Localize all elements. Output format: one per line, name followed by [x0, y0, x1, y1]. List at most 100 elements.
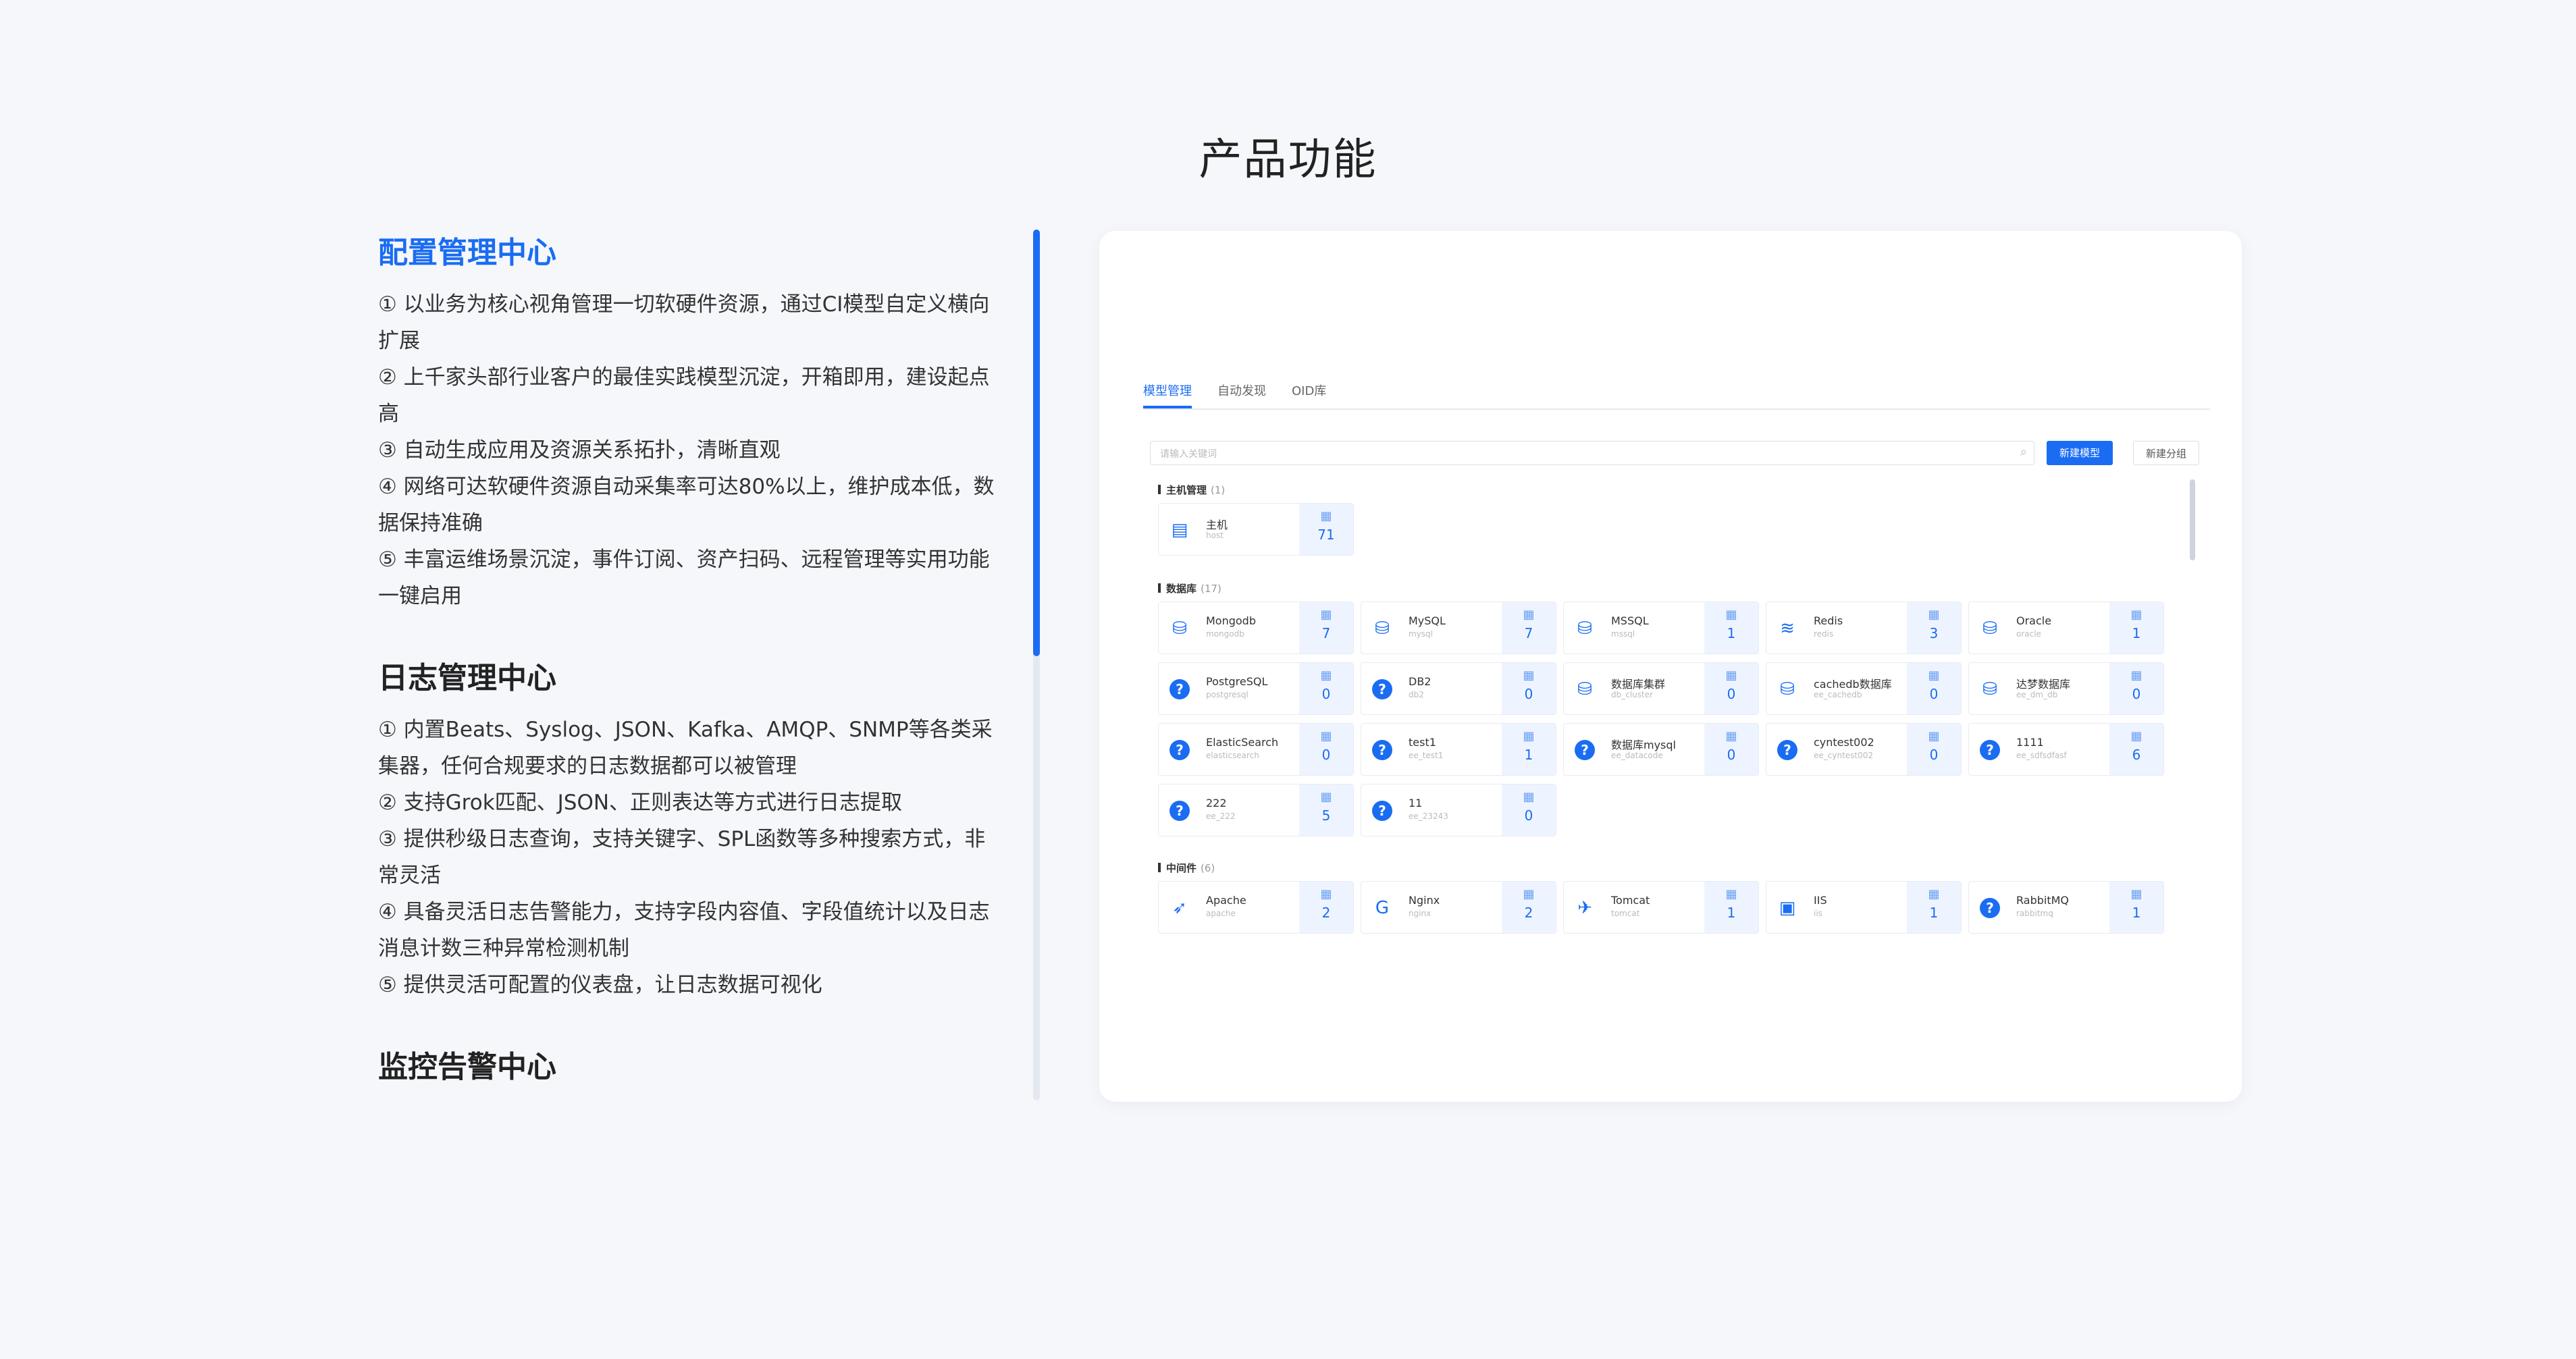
model-card[interactable]: ? 222 ee_222 ▦ 5	[1158, 784, 1354, 836]
feature-line: 消息计数三种异常检测机制	[378, 936, 629, 961]
model-card[interactable]: ≋ Redis redis ▦ 3	[1766, 602, 1962, 654]
count-value: 0	[1321, 686, 1331, 702]
tab-oid-library[interactable]: OID库	[1292, 375, 1326, 408]
model-card[interactable]: ⛁ 数据库集群 db_cluster ▦ 0	[1563, 662, 1759, 715]
question-icon: ?	[1980, 740, 2000, 760]
model-card[interactable]: G Nginx nginx ▦ 2	[1361, 881, 1556, 934]
feature-line: ① 以业务为核心视角管理一切软硬件资源，通过CI模型自定义横向	[378, 292, 990, 317]
instance-count[interactable]: ▦ 0	[1704, 663, 1758, 714]
instance-count[interactable]: ▦ 0	[1299, 724, 1353, 775]
instance-count[interactable]: ▦ 3	[1907, 602, 1961, 654]
instance-count[interactable]: ▦ 6	[2109, 724, 2163, 775]
model-id: ee_cyntest002	[1814, 751, 1874, 760]
instance-count[interactable]: ▦ 1	[1704, 882, 1758, 933]
model-card[interactable]: ⛁ Oracle oracle ▦ 1	[1968, 602, 2164, 654]
model-name: MSSQL	[1611, 614, 1649, 627]
model-card[interactable]: ? 11 ee_23243 ▦ 0	[1361, 784, 1556, 836]
model-card[interactable]: ⛁ Mongodb mongodb ▦ 7	[1158, 602, 1354, 654]
feature-section-monitor[interactable]: 监控告警中心	[378, 1044, 1003, 1091]
nginx-icon: G	[1375, 898, 1390, 918]
model-card[interactable]: ➶ Apache apache ▦ 2	[1158, 881, 1354, 934]
feature-line: ④ 网络可达软硬件资源自动采集率可达80%以上，维护成本低，数	[378, 475, 995, 499]
model-card[interactable]: ? PostgreSQL postgresql ▦ 0	[1158, 662, 1354, 715]
new-group-button[interactable]: 新建分组	[2133, 441, 2199, 465]
instance-count[interactable]: ▦ 1	[2109, 882, 2163, 933]
model-id: db_cluster	[1611, 690, 1654, 699]
count-value: 3	[1929, 625, 1939, 641]
instance-count[interactable]: ▦ 0	[2109, 663, 2163, 714]
scroll-thumb[interactable]	[1033, 230, 1040, 656]
instance-count[interactable]: ▦ 0	[1907, 663, 1961, 714]
model-card[interactable]: ⛁ cachedb数据库 ee_cachedb ▦ 0	[1766, 662, 1962, 715]
model-id: iis	[1814, 909, 1822, 918]
tab-model-management[interactable]: 模型管理	[1143, 375, 1192, 408]
calendar-icon: ▦	[2130, 729, 2143, 743]
instance-count[interactable]: ▦ 2	[1502, 882, 1556, 933]
model-card[interactable]: ? RabbitMQ rabbitmq ▦ 1	[1968, 881, 2164, 934]
model-card[interactable]: ⛁ MySQL mysql ▦ 7	[1361, 602, 1556, 654]
monitor-icon: ▣	[1779, 898, 1796, 918]
instance-count[interactable]: ▦ 0	[1704, 724, 1758, 775]
instance-count[interactable]: ▦ 1	[1704, 602, 1758, 654]
new-model-button[interactable]: 新建模型	[2047, 441, 2113, 465]
preview-scrollbar[interactable]	[2190, 479, 2195, 560]
model-name: 数据库mysql	[1611, 739, 1676, 751]
calendar-icon: ▦	[1320, 790, 1332, 804]
tab-auto-discovery[interactable]: 自动发现	[1217, 375, 1266, 408]
feature-section-cmdb[interactable]: 配置管理中心 ① 以业务为核心视角管理一切软硬件资源，通过CI模型自定义横向 扩…	[378, 230, 1003, 614]
model-id: ee_23243	[1409, 811, 1448, 821]
calendar-icon: ▦	[2130, 887, 2143, 901]
instance-count[interactable]: ▦ 1	[1502, 724, 1556, 775]
model-card[interactable]: ✈ Tomcat tomcat ▦ 1	[1563, 881, 1759, 934]
search-input[interactable]: 请输入关键词 ⌕	[1150, 441, 2034, 465]
model-card[interactable]: ▣ IIS iis ▦ 1	[1766, 881, 1962, 934]
model-card[interactable]: ? test1 ee_test1 ▦ 1	[1361, 723, 1556, 776]
model-card[interactable]: ? ElasticSearch elasticsearch ▦ 0	[1158, 723, 1354, 776]
model-card[interactable]: ? DB2 db2 ▦ 0	[1361, 662, 1556, 715]
calendar-icon: ▦	[1320, 509, 1332, 523]
instance-count[interactable]: ▦ 1	[2109, 602, 2163, 654]
model-name: Oracle	[2016, 614, 2052, 627]
model-card[interactable]: ⛁ MSSQL mssql ▦ 1	[1563, 602, 1759, 654]
calendar-icon: ▦	[1725, 729, 1737, 743]
calendar-icon: ▦	[1523, 729, 1535, 743]
calendar-icon: ▦	[1320, 887, 1332, 901]
group-name: 中间件	[1166, 862, 1197, 874]
instance-count[interactable]: ▦ 0	[1907, 724, 1961, 775]
server-icon: ▤	[1171, 520, 1188, 540]
model-id: host	[1206, 531, 1224, 540]
model-name: cyntest002	[1814, 736, 1874, 749]
count-value: 1	[1727, 905, 1736, 921]
instance-count[interactable]: ▦ 7	[1502, 602, 1556, 654]
search-placeholder: 请输入关键词	[1160, 449, 1217, 460]
model-id: apache	[1206, 909, 1236, 918]
count-value: 0	[1524, 807, 1533, 824]
model-card[interactable]: ? cyntest002 ee_cyntest002 ▦ 0	[1766, 723, 1962, 776]
model-id: mysql	[1409, 629, 1433, 639]
model-id: mongodb	[1206, 629, 1244, 639]
search-icon[interactable]: ⌕	[2020, 445, 2027, 459]
feature-section-log[interactable]: 日志管理中心 ① 内置Beats、Syslog、JSON、Kafka、AMQP、…	[378, 655, 1003, 1003]
model-id: postgresql	[1206, 690, 1248, 699]
instance-count[interactable]: ▦ 0	[1502, 784, 1556, 836]
instance-count[interactable]: ▦ 71	[1299, 504, 1353, 555]
instance-count[interactable]: ▦ 1	[1907, 882, 1961, 933]
model-name: ElasticSearch	[1206, 736, 1279, 749]
model-name: Nginx	[1409, 894, 1440, 907]
feature-line: 常灵活	[378, 863, 441, 888]
model-card[interactable]: ? 1111 ee_sdfsdfasf ▦ 6	[1968, 723, 2164, 776]
instance-count[interactable]: ▦ 0	[1502, 663, 1556, 714]
instance-count[interactable]: ▦ 5	[1299, 784, 1353, 836]
instance-count[interactable]: ▦ 0	[1299, 663, 1353, 714]
model-card[interactable]: ? 数据库mysql ee_datacode ▦ 0	[1563, 723, 1759, 776]
model-card[interactable]: ⛁ 达梦数据库 ee_dm_db ▦ 0	[1968, 662, 2164, 715]
count-value: 0	[1321, 747, 1331, 763]
group-header: 中间件 (6)	[1158, 861, 1215, 875]
model-card[interactable]: ▤ 主机 host ▦ 71	[1158, 503, 1354, 556]
instance-count[interactable]: ▦ 7	[1299, 602, 1353, 654]
instance-count[interactable]: ▦ 2	[1299, 882, 1353, 933]
group-header: 主机管理 (1)	[1158, 483, 1225, 497]
calendar-icon: ▦	[1725, 608, 1737, 622]
database-icon: ⛁	[1780, 679, 1795, 699]
count-value: 1	[1929, 905, 1939, 921]
